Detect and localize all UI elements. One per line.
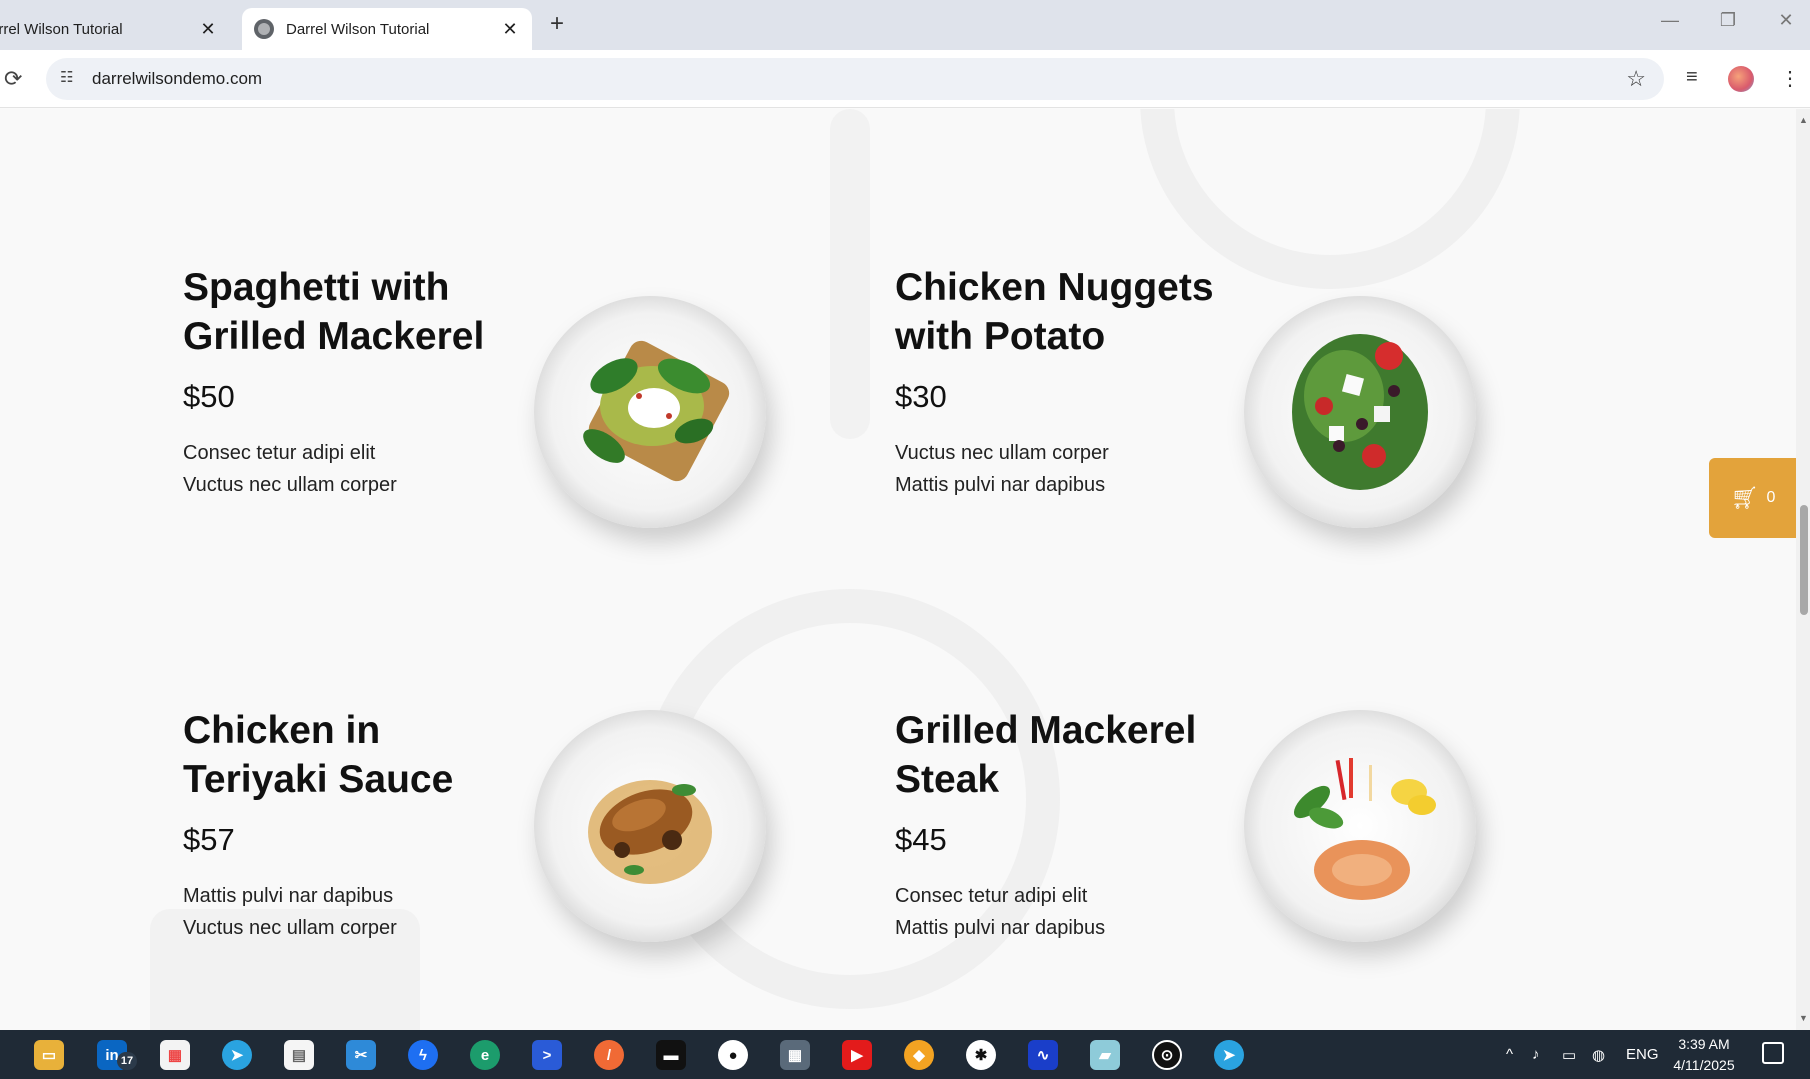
avocado-toast-illustration [583, 340, 730, 482]
github-icon[interactable]: ● [718, 1040, 748, 1070]
notepad-icon[interactable]: ▤ [284, 1040, 314, 1070]
scroll-down-icon[interactable]: ▼ [1799, 1013, 1808, 1023]
menu-item: Chicken in Teriyaki Sauce $57 Mattis pul… [183, 706, 513, 944]
menu-kebab-icon[interactable]: ⋮ [1780, 66, 1800, 91]
close-window-button[interactable]: ✕ [1774, 10, 1798, 31]
dish-description: Mattis pulvi nar dapibus Vuctus nec ulla… [183, 880, 513, 944]
cart-icon: 🛒︎ [1730, 485, 1759, 510]
notification-icon[interactable] [1762, 1042, 1784, 1064]
dish-name: Grilled Mackerel Steak [895, 709, 1197, 801]
snipping-tool-icon[interactable]: ✂ [346, 1040, 376, 1070]
cart-count: 0 [1766, 489, 1776, 506]
tab-inactive[interactable]: arrel Wilson Tutorial ✕ [0, 8, 230, 50]
file-explorer-icon[interactable]: ▭ [34, 1040, 64, 1070]
calculator-icon[interactable]: ▦ [780, 1040, 810, 1070]
youtube-icon[interactable]: ▶ [842, 1040, 872, 1070]
powershell-icon[interactable]: > [532, 1040, 562, 1070]
messenger-icon[interactable]: ϟ [408, 1040, 438, 1070]
dish-price: $57 [183, 822, 235, 857]
menu-item: Spaghetti with Grilled Mackerel $50 Cons… [183, 263, 513, 501]
volume-icon[interactable]: ♪ [1532, 1046, 1540, 1063]
draw-app-icon[interactable]: / [594, 1040, 624, 1070]
tab-close-icon[interactable]: ✕ [196, 17, 220, 41]
dish-name: Chicken Nuggets with Potato [895, 266, 1214, 358]
dish-price: $45 [895, 822, 947, 857]
system-clock[interactable]: 3:39 AM 4/11/2025 [1672, 1034, 1736, 1076]
dish-image [1244, 296, 1476, 528]
tab-title: arrel Wilson Tutorial [0, 20, 123, 38]
page-scrollbar[interactable]: ▲ ▼ [1796, 109, 1810, 1030]
dish-description: Consec tetur adipi elit Mattis pulvi nar… [895, 880, 1225, 944]
restore-button[interactable]: ❐ [1716, 10, 1740, 31]
greek-salad-illustration [1292, 334, 1428, 490]
linkedin-badge: 17 [117, 1052, 137, 1070]
dish-description-line: Consec tetur adipi elit [183, 442, 376, 464]
telegram-icon[interactable]: ➤ [222, 1040, 252, 1070]
tab-close-icon[interactable]: ✕ [498, 17, 522, 41]
dish-description: Vuctus nec ullam corper Mattis pulvi nar… [895, 437, 1225, 501]
media-control-icon[interactable]: ≡ [1686, 66, 1698, 89]
profile-avatar[interactable] [1728, 66, 1754, 92]
cart-button[interactable]: 🛒︎ 0 [1709, 458, 1797, 538]
edge-icon[interactable]: e [470, 1040, 500, 1070]
dish-image [1244, 710, 1476, 942]
network-globe-icon[interactable]: ◍ [1592, 1046, 1605, 1064]
clock-time: 3:39 AM [1678, 1036, 1730, 1052]
clock-date: 4/11/2025 [1673, 1057, 1735, 1073]
dish-description-line: Consec tetur adipi elit [895, 885, 1088, 907]
microsoft-store-icon[interactable]: ▦ [160, 1040, 190, 1070]
windows-taskbar: ▭ in 17 ▦ ➤ ▤ ✂ ϟ e > / ▬ ● ▦ ▶ ◆ ✱ ∿ ▰ … [0, 1030, 1810, 1079]
dish-description-line: Vuctus nec ullam corper [183, 917, 397, 939]
dish-price: $50 [183, 379, 235, 414]
background-pan-decor [1140, 109, 1520, 289]
tab-title: Darrel Wilson Tutorial [286, 20, 430, 38]
menu-item: Grilled Mackerel Steak $45 Consec tetur … [895, 706, 1225, 944]
reload-icon[interactable]: ⟳ [4, 66, 22, 92]
dish-description-line: Vuctus nec ullam corper [895, 442, 1109, 464]
telegram-icon[interactable]: ➤ [1214, 1040, 1244, 1070]
tray-overflow-icon[interactable]: ^ [1506, 1046, 1513, 1063]
dish-name: Spaghetti with Grilled Mackerel [183, 266, 485, 358]
browser-tab-strip: arrel Wilson Tutorial ✕ Darrel Wilson Tu… [0, 0, 1810, 50]
dish-image [534, 710, 766, 942]
dish-description-line: Vuctus nec ullam corper [183, 474, 397, 496]
globe-icon [254, 19, 274, 39]
language-indicator[interactable]: ENG [1626, 1046, 1659, 1063]
url-text[interactable]: darrelwilsondemo.com [92, 69, 262, 89]
dish-price: $30 [895, 379, 947, 414]
location-app-icon[interactable]: ⊙ [1152, 1040, 1182, 1070]
dish-description: Consec tetur adipi elit Vuctus nec ullam… [183, 437, 513, 501]
notes-app-icon[interactable]: ▰ [1090, 1040, 1120, 1070]
chatgpt-icon[interactable]: ✱ [966, 1040, 996, 1070]
brave-icon[interactable]: ◆ [904, 1040, 934, 1070]
dish-image [534, 296, 766, 528]
dish-description-line: Mattis pulvi nar dapibus [895, 474, 1106, 496]
dish-description-line: Mattis pulvi nar dapibus [895, 917, 1106, 939]
browser-toolbar: ⟳ ☷ darrelwilsondemo.com ☆ ≡ ⋮ [0, 50, 1810, 108]
bookmark-star-icon[interactable]: ☆ [1626, 66, 1646, 92]
terminal-icon[interactable]: ▬ [656, 1040, 686, 1070]
battery-icon[interactable]: ▭ [1562, 1046, 1576, 1064]
dish-name: Chicken in Teriyaki Sauce [183, 709, 454, 801]
minimize-button[interactable]: — [1658, 10, 1682, 31]
scroll-thumb[interactable] [1800, 505, 1808, 615]
menu-item: Chicken Nuggets with Potato $30 Vuctus n… [895, 263, 1225, 501]
stocks-icon[interactable]: ∿ [1028, 1040, 1058, 1070]
teriyaki-chicken-illustration [588, 780, 712, 884]
background-utensil-decor [830, 109, 870, 439]
mackerel-steak-illustration [1293, 758, 1436, 900]
dish-description-line: Mattis pulvi nar dapibus [183, 885, 394, 907]
new-tab-button[interactable]: + [545, 12, 569, 36]
menu-section: Spaghetti with Grilled Mackerel $50 Cons… [0, 109, 1796, 1030]
scroll-up-icon[interactable]: ▲ [1799, 115, 1808, 125]
site-info-icon[interactable]: ☷ [60, 68, 82, 90]
tab-active[interactable]: Darrel Wilson Tutorial ✕ [242, 8, 532, 50]
address-bar[interactable]: ☷ darrelwilsondemo.com ☆ [46, 58, 1664, 100]
